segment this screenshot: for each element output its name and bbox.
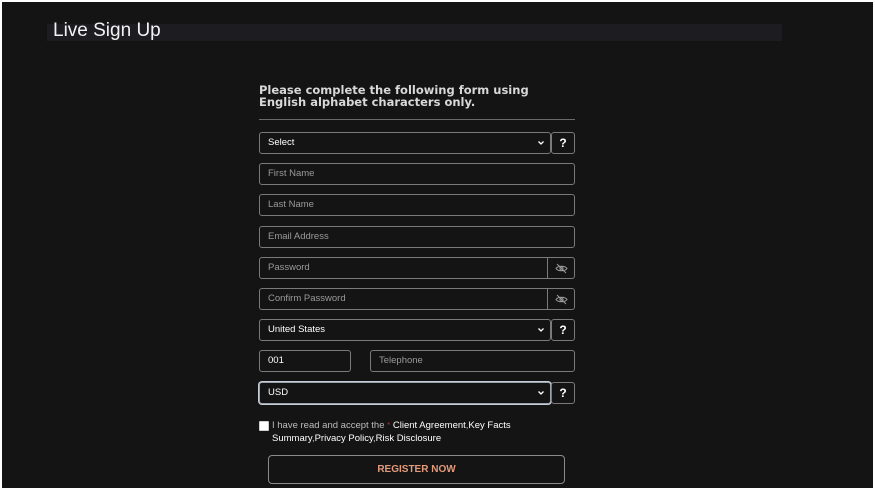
agreement-prefix: I have read and accept the — [272, 420, 388, 431]
confirm-password-placeholder: Confirm Password — [268, 293, 346, 304]
form-instructions: Please complete the following form using… — [259, 83, 529, 109]
title-help-button[interactable]: ? — [551, 132, 575, 154]
country-help-button[interactable]: ? — [551, 319, 575, 341]
first-name-placeholder: First Name — [268, 168, 315, 179]
client-agreement-link[interactable]: Client Agreement — [393, 420, 466, 431]
phone-code-value: 001 — [268, 355, 284, 366]
email-placeholder: Email Address — [268, 231, 329, 242]
risk-disclosure-link[interactable]: Risk Disclosure — [376, 433, 441, 444]
currency-help-button[interactable]: ? — [551, 382, 575, 404]
confirm-password-input[interactable]: Confirm Password — [259, 288, 548, 310]
email-input[interactable]: Email Address — [259, 226, 575, 248]
privacy-policy-link[interactable]: Privacy Policy — [315, 433, 373, 444]
eye-slash-icon — [555, 263, 568, 274]
telephone-input[interactable]: Telephone — [370, 350, 575, 372]
last-name-input[interactable]: Last Name — [259, 194, 575, 216]
first-name-input[interactable]: First Name — [259, 163, 575, 185]
eye-slash-icon — [555, 294, 568, 305]
page-title: Live Sign Up — [53, 20, 161, 41]
agreement-text: I have read and accept the * Client Agre… — [272, 419, 522, 445]
country-select-value: United States — [268, 324, 326, 335]
phone-code-input[interactable]: 001 — [259, 350, 351, 372]
password-visibility-toggle[interactable] — [547, 257, 575, 279]
currency-select[interactable]: USD — [259, 382, 551, 404]
title-select[interactable]: Select — [259, 132, 551, 154]
last-name-placeholder: Last Name — [268, 199, 314, 210]
signup-page: Live Sign Up Please complete the followi… — [2, 2, 873, 488]
password-placeholder: Password — [268, 262, 310, 273]
required-mark: * — [387, 421, 391, 430]
divider — [259, 119, 575, 120]
country-select[interactable]: United States — [259, 319, 551, 341]
chevron-down-icon — [538, 328, 544, 332]
title-select-value: Select — [268, 137, 295, 148]
telephone-placeholder: Telephone — [379, 355, 423, 366]
confirm-password-visibility-toggle[interactable] — [547, 288, 575, 310]
password-input[interactable]: Password — [259, 257, 548, 279]
currency-select-value: USD — [268, 387, 289, 398]
chevron-down-icon — [538, 391, 544, 395]
chevron-down-icon — [538, 141, 544, 145]
register-button[interactable]: REGISTER NOW — [268, 455, 565, 484]
agreement-checkbox[interactable] — [259, 421, 269, 431]
